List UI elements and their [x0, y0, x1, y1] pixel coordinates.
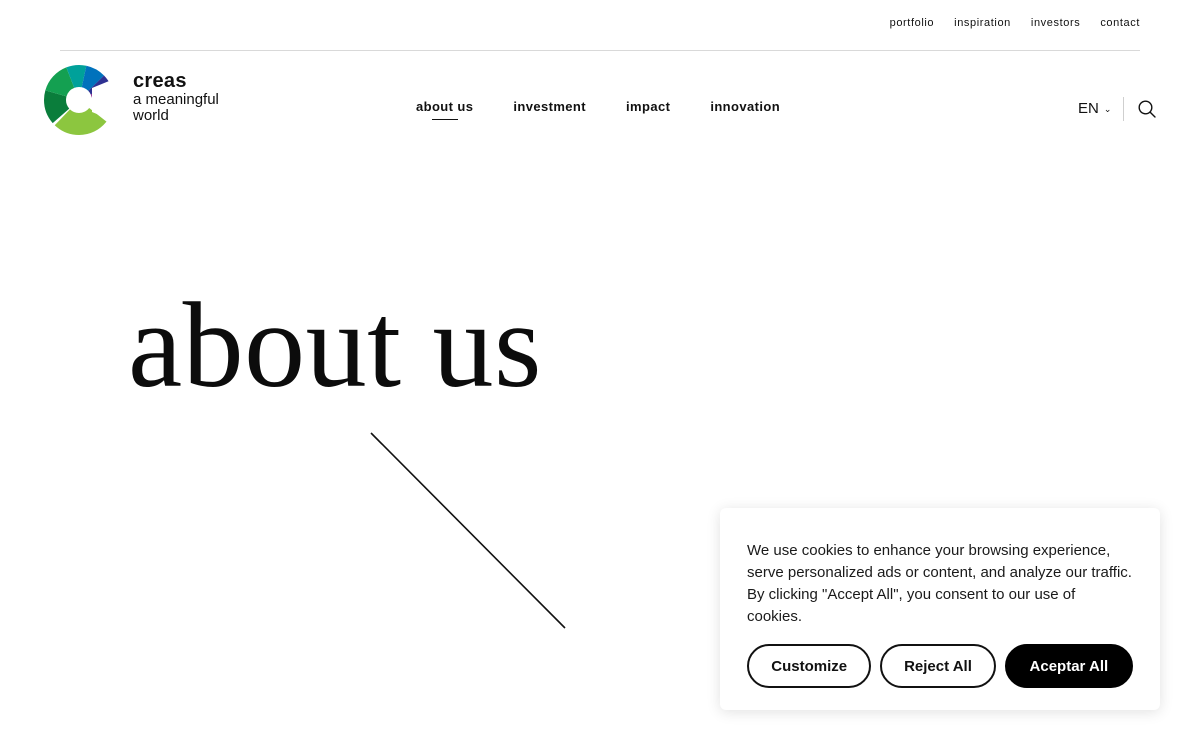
main-nav: about us investment impact innovation [416, 99, 780, 114]
top-utility-bar: portfolio inspiration investors contact [60, 0, 1140, 51]
top-link-inspiration[interactable]: inspiration [954, 17, 1011, 29]
logo-text: creas a meaningful world [133, 71, 243, 124]
chevron-down-icon: ⌄ [1103, 104, 1112, 114]
nav-item-about-us[interactable]: about us [416, 99, 473, 114]
logo[interactable]: creas a meaningful world [44, 65, 243, 135]
search-button[interactable] [1138, 100, 1156, 123]
page-title: about us [128, 278, 543, 413]
header-divider [1123, 97, 1124, 121]
top-link-portfolio[interactable]: portfolio [890, 17, 935, 29]
cookie-actions: Customize Reject All Aceptar All [747, 644, 1133, 688]
reject-all-button[interactable]: Reject All [880, 644, 996, 688]
accept-all-button[interactable]: Aceptar All [1004, 644, 1133, 688]
nav-item-innovation[interactable]: innovation [710, 99, 780, 114]
language-selector[interactable]: EN ⌄ [1078, 100, 1111, 117]
nav-item-impact[interactable]: impact [626, 99, 670, 114]
decorative-diagonal-line [370, 432, 566, 629]
language-label: EN [1078, 100, 1099, 117]
search-icon [1138, 100, 1156, 118]
logo-ring-icon [44, 65, 114, 135]
top-link-contact[interactable]: contact [1100, 17, 1140, 29]
top-links: portfolio inspiration investors contact [890, 17, 1140, 29]
cookie-message: We use cookies to enhance your browsing … [747, 542, 1132, 625]
page: portfolio inspiration investors contact … [0, 0, 1200, 750]
customize-button[interactable]: Customize [747, 644, 872, 688]
logo-tagline: a meaningful world [133, 91, 219, 124]
top-link-investors[interactable]: investors [1031, 17, 1080, 29]
nav-item-investment[interactable]: investment [513, 99, 586, 114]
logo-brand: creas [133, 70, 187, 92]
cookie-banner: We use cookies to enhance your browsing … [720, 508, 1160, 710]
